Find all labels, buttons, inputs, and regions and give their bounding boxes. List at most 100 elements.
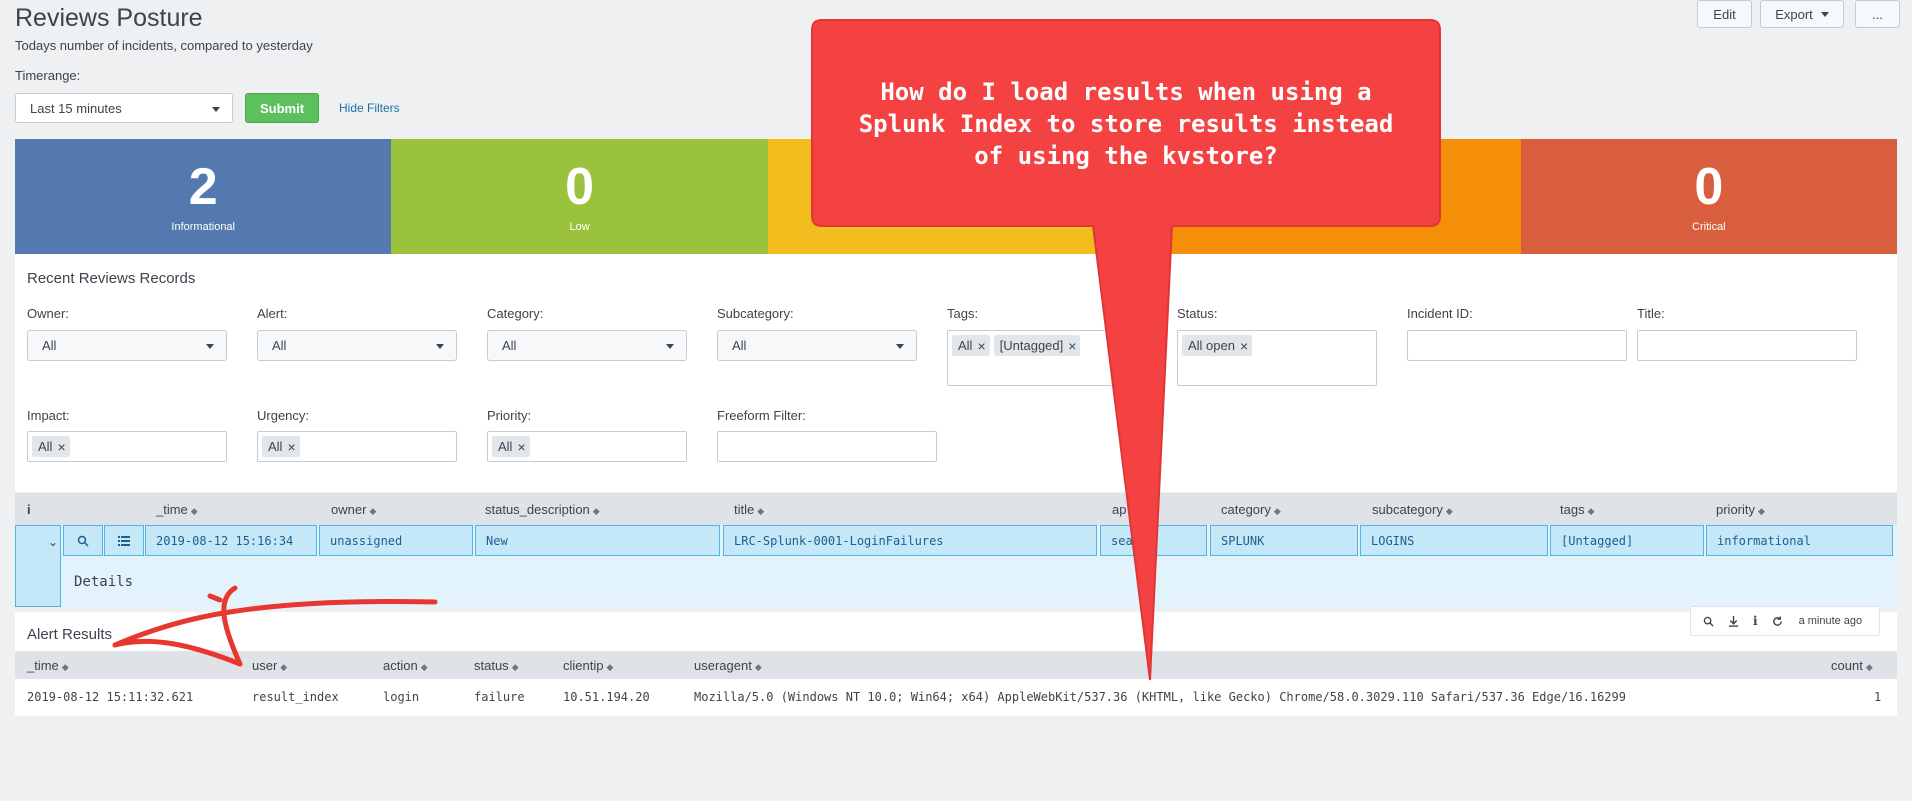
header-label: useragent — [694, 658, 752, 673]
token-label: All — [268, 439, 283, 454]
sort-icon: ◆ — [511, 662, 519, 672]
edit-label: Edit — [1713, 6, 1736, 22]
cell-time[interactable]: 2019-08-12 15:16:34 — [145, 525, 317, 556]
column-header-time[interactable]: _time ◆ — [156, 502, 198, 517]
alert-select[interactable]: All — [257, 330, 457, 361]
title-label: Title: — [1637, 306, 1665, 321]
column-header-alert[interactable]: ap — [1112, 502, 1126, 517]
tag-token[interactable]: [Untagged] × — [993, 335, 1081, 356]
status-token[interactable]: All open × — [1182, 335, 1253, 356]
close-icon[interactable]: × — [1240, 338, 1248, 354]
close-icon[interactable]: × — [517, 439, 525, 455]
category-label: Category: — [487, 306, 544, 321]
column-header-useragent[interactable]: useragent ◆ — [694, 658, 762, 673]
column-header-status-description[interactable]: status_description ◆ — [485, 502, 600, 517]
sort-icon: ◆ — [420, 662, 428, 672]
submit-button[interactable]: Submit — [245, 93, 319, 123]
owner-value: All — [42, 338, 57, 353]
export-label: Export — [1775, 6, 1813, 22]
reviews-table-header: i _time ◆ owner ◆ status_description ◆ titl… — [15, 493, 1897, 525]
title-input[interactable] — [1637, 330, 1857, 361]
token-label: All open — [1188, 338, 1235, 353]
info-column-header: i — [27, 502, 31, 517]
incident-id-input[interactable] — [1407, 330, 1627, 361]
close-icon[interactable]: × — [287, 439, 295, 455]
export-button[interactable]: Export — [1760, 0, 1844, 28]
impact-token[interactable]: All × — [32, 436, 70, 457]
list-icon — [118, 535, 130, 546]
result-clientip: 10.51.194.20 — [563, 690, 650, 704]
owner-select[interactable]: All — [27, 330, 227, 361]
refresh-icon[interactable] — [1772, 615, 1783, 627]
cell-status-description[interactable]: New — [475, 525, 720, 556]
kpi-critical[interactable]: 0 Critical — [1520, 139, 1898, 254]
priority-token[interactable]: All × — [492, 436, 530, 457]
result-useragent: Mozilla/5.0 (Windows NT 10.0; Win64; x64… — [694, 690, 1626, 704]
sort-icon: ◆ — [606, 662, 614, 672]
row-list-button[interactable] — [104, 525, 144, 556]
reviews-panel: Recent Reviews Records Owner: All Alert:… — [15, 254, 1897, 492]
impact-multiselect[interactable]: All × — [27, 431, 227, 462]
close-icon[interactable]: × — [977, 338, 985, 354]
cell-category[interactable]: SPLUNK — [1210, 525, 1358, 556]
column-header-priority[interactable]: priority ◆ — [1716, 502, 1765, 517]
column-header-category[interactable]: category ◆ — [1221, 502, 1281, 517]
hide-filters-link[interactable]: Hide Filters — [339, 101, 400, 115]
column-header-count[interactable]: count ◆ — [1831, 658, 1873, 673]
timerange-select[interactable]: Last 15 minutes — [15, 93, 233, 123]
priority-multiselect[interactable]: All × — [487, 431, 687, 462]
kpi-value: 2 — [188, 157, 218, 216]
close-icon[interactable]: × — [57, 439, 65, 455]
row-search-button[interactable] — [63, 525, 103, 556]
info-icon[interactable]: i — [1753, 614, 1758, 628]
more-button[interactable]: ... — [1855, 0, 1900, 28]
close-icon[interactable]: × — [1068, 338, 1076, 354]
cell-alert[interactable]: sea — [1100, 525, 1207, 556]
priority-label: Priority: — [487, 408, 532, 423]
column-header-subcategory[interactable]: subcategory ◆ — [1372, 502, 1453, 517]
kpi-informational[interactable]: 2 Informational — [15, 139, 392, 254]
search-icon[interactable] — [1703, 616, 1714, 627]
freeform-input[interactable] — [717, 431, 937, 462]
column-header-time[interactable]: _time ◆ — [27, 658, 69, 673]
cell-owner[interactable]: unassigned — [319, 525, 473, 556]
category-select[interactable]: All — [487, 330, 687, 361]
cell-tags[interactable]: [Untagged] — [1550, 525, 1704, 556]
tags-multiselect[interactable]: All × [Untagged] × — [947, 330, 1147, 386]
column-header-clientip[interactable]: clientip ◆ — [563, 658, 613, 673]
column-header-owner[interactable]: owner ◆ — [331, 502, 376, 517]
column-header-status[interactable]: status ◆ — [474, 658, 519, 673]
cell-title[interactable]: LRC-Splunk-0001-LoginFailures — [723, 525, 1097, 556]
alert-results-table-header: _time ◆ user ◆ action ◆ status ◆ clientip ◆ u… — [15, 651, 1897, 679]
row-expander[interactable]: ⌄ — [15, 525, 61, 607]
sort-icon: ◆ — [1445, 506, 1453, 516]
chevron-down-icon — [212, 107, 220, 112]
callout-line: How do I load results when using a — [880, 78, 1372, 106]
edit-button[interactable]: Edit — [1697, 0, 1752, 28]
chevron-down-icon: ⌄ — [48, 535, 59, 549]
header-label: priority — [1716, 502, 1756, 517]
result-status: failure — [474, 690, 525, 704]
header-label: category — [1221, 502, 1271, 517]
sort-icon: ◆ — [1758, 506, 1765, 516]
status-multiselect[interactable]: All open × — [1177, 330, 1377, 386]
sort-icon: ◆ — [757, 506, 765, 516]
urgency-token[interactable]: All × — [262, 436, 300, 457]
kpi-label: Critical — [1692, 220, 1726, 233]
tag-token[interactable]: All × — [952, 335, 990, 356]
column-header-tags[interactable]: tags ◆ — [1560, 502, 1595, 517]
result-user: result_index — [252, 690, 339, 704]
download-icon[interactable] — [1728, 615, 1739, 627]
token-label: All — [38, 439, 53, 454]
column-header-action[interactable]: action ◆ — [383, 658, 428, 673]
cell-priority[interactable]: informational — [1706, 525, 1893, 556]
kpi-low[interactable]: 0 Low — [391, 139, 768, 254]
cell-subcategory[interactable]: LOGINS — [1360, 525, 1548, 556]
urgency-multiselect[interactable]: All × — [257, 431, 457, 462]
column-header-user[interactable]: user ◆ — [252, 658, 287, 673]
subcategory-select[interactable]: All — [717, 330, 917, 361]
column-header-title[interactable]: title ◆ — [734, 502, 764, 517]
tags-label: Tags: — [947, 306, 979, 321]
page-title: Reviews Posture — [15, 4, 203, 32]
subcategory-label: Subcategory: — [717, 306, 794, 321]
